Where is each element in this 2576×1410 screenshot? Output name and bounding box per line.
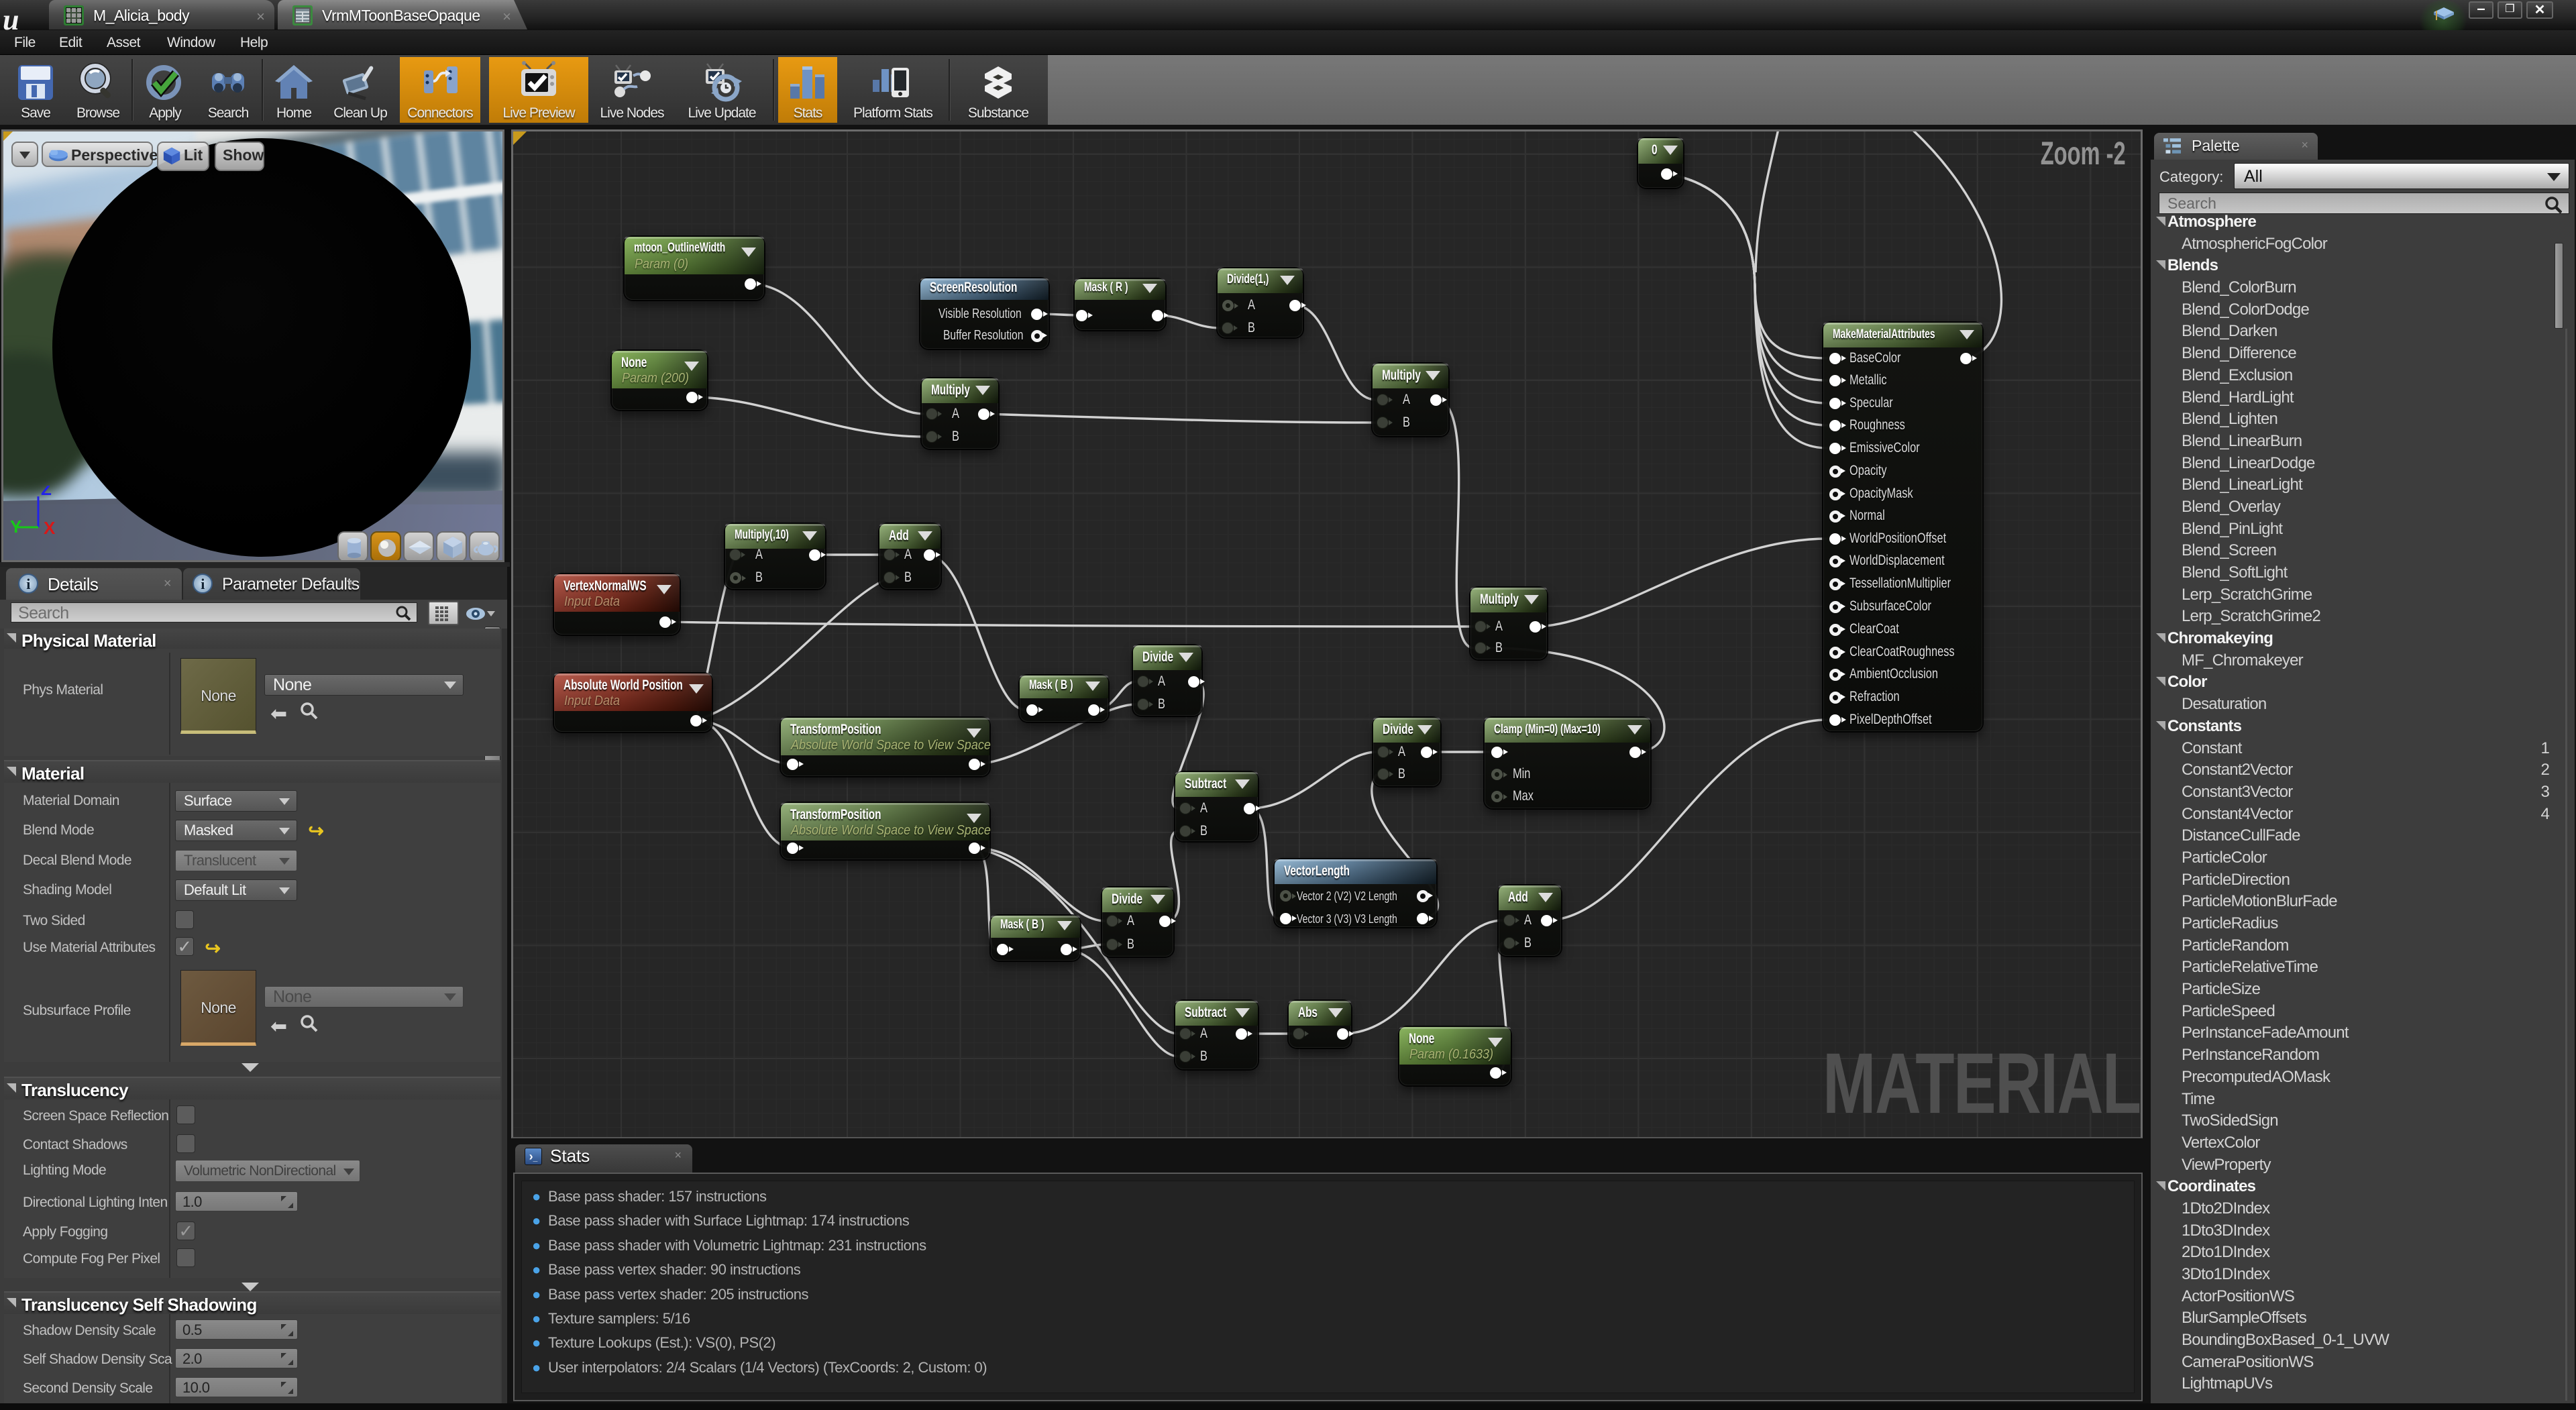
svg-text:X: X [44, 518, 56, 534]
svg-text:Z: Z [41, 486, 52, 499]
svg-text:Y: Y [10, 517, 21, 534]
